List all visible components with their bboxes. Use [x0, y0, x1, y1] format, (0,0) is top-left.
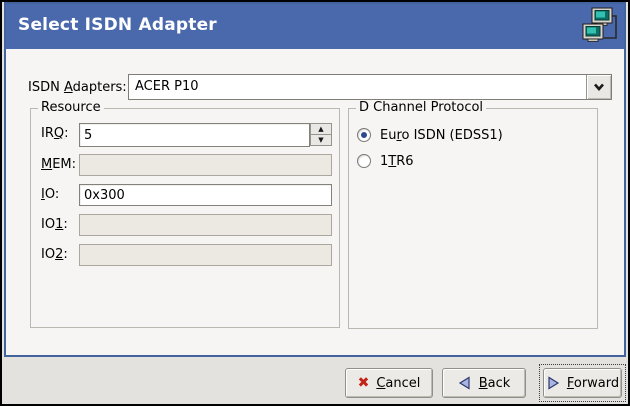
back-button-label: Back	[479, 376, 511, 391]
io1-input	[79, 214, 332, 236]
wizard-page-pane: Select ISDN Adapter	[4, 2, 626, 357]
mem-input	[79, 154, 332, 176]
radio-button-icon[interactable]	[357, 154, 371, 168]
irq-label: IRQ:	[41, 123, 69, 145]
combobox-dropdown-button[interactable]	[586, 75, 611, 99]
isdn-adapters-label: ISDN Adapters:	[28, 80, 127, 95]
back-button[interactable]: Back	[442, 368, 526, 398]
resource-group: Resource IRQ: ▲ ▼ MEM: IO: IO1: IO2:	[30, 108, 340, 328]
spin-down-icon[interactable]: ▼	[310, 134, 332, 146]
forward-button-focus-ring: Forward	[539, 364, 626, 402]
resource-group-title: Resource	[38, 100, 104, 116]
irq-spin-buttons: ▲ ▼	[310, 123, 332, 147]
cancel-button-label: Cancel	[376, 376, 420, 391]
io2-input	[79, 244, 332, 266]
arrow-right-icon	[546, 376, 560, 390]
isdn-adapter-selected-value: ACER P10	[135, 75, 199, 99]
d-channel-protocol-group: D Channel Protocol Euro ISDN (EDSS1) 1TR…	[348, 108, 598, 329]
irq-spinbox: ▲ ▼	[79, 123, 332, 147]
io-label: IO:	[41, 184, 59, 206]
radio-label: Euro ISDN (EDSS1)	[380, 128, 503, 143]
network-computers-icon	[581, 7, 619, 51]
select-isdn-adapter-dialog: Select ISDN Adapter	[0, 0, 630, 406]
cancel-x-icon: ✖	[358, 376, 370, 390]
radio-option-1tr6[interactable]: 1TR6	[357, 153, 414, 169]
title-banner: Select ISDN Adapter	[6, 4, 624, 49]
mem-label: MEM:	[41, 154, 76, 176]
io-input[interactable]	[79, 184, 332, 206]
io1-label: IO1:	[41, 214, 68, 236]
irq-input[interactable]	[79, 123, 310, 147]
isdn-adapter-combobox[interactable]: ACER P10	[128, 74, 612, 100]
arrow-left-icon	[458, 376, 472, 390]
radio-label: 1TR6	[380, 154, 414, 169]
radio-option-euro-isdn[interactable]: Euro ISDN (EDSS1)	[357, 127, 503, 143]
forward-button-label: Forward	[567, 376, 619, 391]
page-title: Select ISDN Adapter	[18, 15, 217, 35]
forward-button[interactable]: Forward	[543, 368, 622, 398]
io2-label: IO2:	[41, 244, 68, 266]
chevron-down-icon	[593, 83, 605, 91]
d-channel-protocol-group-title: D Channel Protocol	[356, 100, 486, 116]
radio-button-icon[interactable]	[357, 128, 371, 142]
cancel-button[interactable]: ✖ Cancel	[345, 368, 433, 398]
